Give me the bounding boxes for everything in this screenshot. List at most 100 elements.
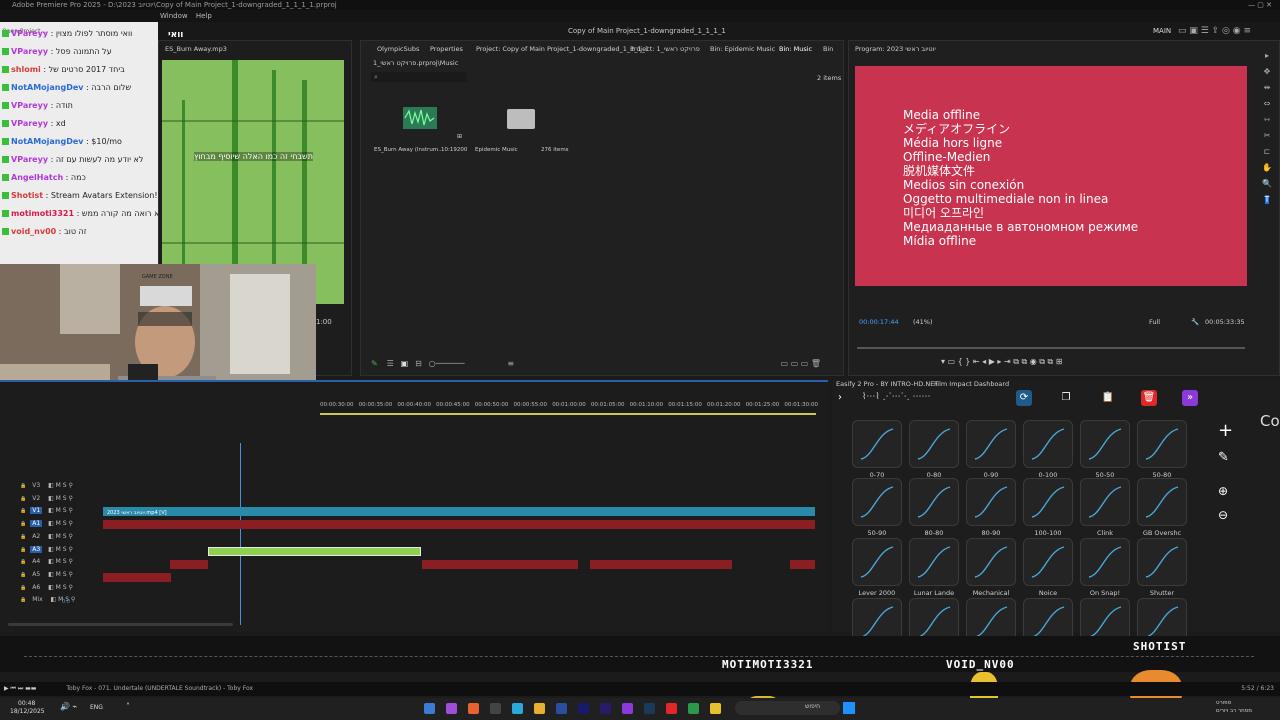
audio-clip-a1[interactable]	[103, 520, 815, 529]
easing-preset[interactable]	[909, 420, 959, 468]
track-header[interactable]: 🔒 A6 ◧ M S ⚲	[20, 584, 100, 594]
easing-preset[interactable]	[1023, 478, 1073, 526]
taskbar-after-effects-icon[interactable]	[578, 703, 589, 714]
taskbar-app-icon[interactable]	[534, 703, 545, 714]
taskbar-app-icon[interactable]	[556, 703, 567, 714]
chat-username[interactable]: VPareyy	[11, 119, 48, 128]
lock-icon[interactable]: 🔒	[20, 534, 26, 540]
track-controls[interactable]: ◧ M S ⚲	[46, 571, 73, 578]
zoom-in-icon[interactable]: ⊕	[1218, 484, 1228, 498]
icon-view-icon[interactable]: ▣	[401, 359, 409, 368]
video-clip-v1[interactable]: 2023 יוטיוב ראשי.mp4 [V]	[103, 507, 815, 516]
bin-item-2-name[interactable]: Epidemic Music	[475, 147, 518, 153]
easing-curve-icons[interactable]: ⌇⋯⌇ ⋰⋯⋱ ⋯⋯	[862, 392, 931, 402]
easing-preset[interactable]	[852, 538, 902, 586]
easing-preset[interactable]	[1023, 538, 1073, 586]
sync-icon[interactable]: ⟳	[1016, 390, 1032, 406]
chevron-right-icon[interactable]: ›	[838, 392, 842, 403]
taskbar-premiere-icon[interactable]	[600, 703, 611, 714]
program-timecode[interactable]: 00:00:17:44	[859, 318, 899, 326]
track-controls[interactable]: ◧ M S ⚲	[46, 482, 73, 489]
lock-icon[interactable]: 🔒	[20, 572, 26, 578]
freeform-view-icon[interactable]: ⊟	[415, 359, 422, 368]
chat-username[interactable]: VPareyy	[11, 47, 48, 56]
track-label[interactable]: A5	[30, 571, 42, 578]
track-controls[interactable]: ◧ M S ⚲	[46, 584, 73, 591]
audio-clip-a4-4[interactable]	[790, 560, 815, 569]
track-label[interactable]: V3	[30, 482, 42, 489]
wrench-icon[interactable]: 🔧	[1191, 318, 1199, 326]
bin-search-input[interactable]: ⌕	[371, 72, 467, 82]
chat-username[interactable]: VPareyy	[11, 155, 48, 164]
menu-item-help[interactable]: Help	[190, 12, 212, 20]
track-header[interactable]: 🔒 A3 ◧ M S ⚲	[20, 545, 100, 556]
easing-preset[interactable]	[1080, 538, 1130, 586]
easing-preset[interactable]	[909, 538, 959, 586]
tab-bin-epidemic[interactable]: Bin: Epidemic Music	[710, 45, 775, 53]
track-header[interactable]: 🔒 V1 ◧ M S ⚲	[20, 507, 100, 517]
audio-clip-a5[interactable]	[103, 573, 171, 582]
music-clip-a3[interactable]	[208, 547, 421, 556]
track-label[interactable]: A6	[30, 584, 42, 591]
taskbar-app-icon[interactable]	[622, 703, 633, 714]
windows-start-icon[interactable]	[843, 702, 855, 714]
track-label[interactable]: A4	[30, 558, 42, 565]
taskbar-app-icon[interactable]	[490, 703, 501, 714]
audio-clip-a4-2[interactable]	[422, 560, 578, 569]
easing-preset[interactable]	[1023, 420, 1073, 468]
lock-icon[interactable]: 🔒	[20, 597, 26, 603]
header-icons[interactable]: ▭ ▣ ☰ ⇪ ◎ ◉ ≡	[1178, 22, 1251, 40]
zoom-out-icon[interactable]: ⊖	[1218, 508, 1228, 522]
easing-preset[interactable]	[966, 538, 1016, 586]
taskbar-steam-icon[interactable]	[644, 703, 655, 714]
easing-preset[interactable]	[1137, 478, 1187, 526]
tab-olympicsubs[interactable]: OlympicSubs	[377, 45, 419, 53]
track-controls[interactable]: ◧ M S ⚲	[46, 558, 73, 565]
program-tab[interactable]: Program: 2023 יוטיוב ראשי	[855, 45, 936, 53]
sort-icon[interactable]: ≡	[507, 359, 514, 368]
lock-icon[interactable]: 🔒	[20, 483, 26, 489]
timeline-zoom-scrollbar[interactable]	[8, 623, 233, 626]
chat-username[interactable]: motimoti3321	[11, 209, 74, 218]
track-header[interactable]: 🔒 V2 ◧ M S ⚲	[20, 495, 100, 505]
work-area-bar[interactable]	[320, 413, 816, 415]
track-controls[interactable]: ◧ M S ⚲	[46, 546, 73, 553]
track-header[interactable]: 🔒 A5 ◧ M S ⚲	[20, 571, 100, 581]
list-view-icon[interactable]: ☰	[387, 359, 394, 368]
tools-column[interactable]: ▸ ✥ ⇹ ⇔ ⇿ ✂ ⊏ ✋ 🔍 T	[1260, 48, 1274, 204]
track-header[interactable]: 🔒 A2 ◧ M S ⚲	[20, 533, 100, 543]
audio-clip-a4-1[interactable]	[170, 560, 208, 569]
track-label[interactable]: A2	[30, 533, 42, 540]
track-header[interactable]: 🔒 A1 ◧ M S ⚲	[20, 520, 100, 530]
folder-icon[interactable]	[507, 109, 535, 129]
tray-icons[interactable]: 🔊 ⌁	[60, 702, 77, 711]
track-header[interactable]: 🔒 V3 ◧ M S ⚲	[20, 482, 100, 492]
easing-preset[interactable]	[852, 420, 902, 468]
tab-project-copy[interactable]: Project: Copy of Main Project_1-downgrad…	[476, 45, 649, 53]
track-label[interactable]: Mix	[30, 596, 44, 603]
taskbar-folder-icon[interactable]	[710, 703, 721, 714]
media-controls[interactable]: ▶ ⏮ ⏭ ▬▬	[0, 685, 36, 692]
taskbar-app-icon[interactable]	[512, 703, 523, 714]
paste-icon[interactable]: 📋	[1100, 390, 1116, 406]
forward-icon[interactable]: »	[1182, 390, 1198, 406]
track-label[interactable]: V1	[30, 507, 43, 515]
chat-username[interactable]: VPareyy	[11, 101, 48, 110]
easing-preset[interactable]	[1137, 538, 1187, 586]
program-scrubber[interactable]	[857, 347, 1245, 349]
track-controls[interactable]: ◧ M S ⚲	[46, 495, 73, 502]
track-controls[interactable]: ◧ M S ⚲	[46, 507, 73, 514]
lock-icon[interactable]: 🔒	[20, 559, 26, 565]
lock-icon[interactable]: 🔒	[20, 496, 26, 502]
taskbar-app-icon[interactable]	[666, 703, 677, 714]
taskbar-app-icon[interactable]	[446, 703, 457, 714]
chat-username[interactable]: AngelHatch	[11, 173, 63, 182]
copy-icon[interactable]: ❐	[1058, 390, 1074, 406]
bin-item-1-name[interactable]: ES_Burn Away (Instrum...	[374, 147, 443, 153]
chat-username[interactable]: VPareyy	[11, 29, 48, 38]
track-header[interactable]: 🔒 Mix ◧ M S ⚲	[20, 596, 100, 606]
easing-preset[interactable]	[1080, 420, 1130, 468]
menu-item-window[interactable]: Window	[0, 12, 188, 20]
track-controls[interactable]: ◧ M S ⚲	[46, 533, 73, 540]
easing-preset[interactable]	[852, 478, 902, 526]
